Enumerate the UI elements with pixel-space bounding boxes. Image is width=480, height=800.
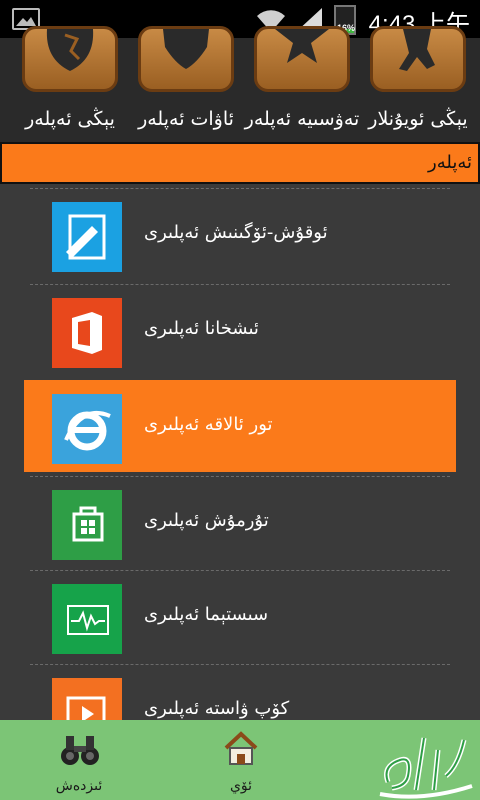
category-recommended[interactable]: تەۋسىيە ئەپلەر bbox=[245, 26, 359, 142]
list-item-label: سىستېما ئەپلىرى bbox=[144, 604, 269, 625]
divider bbox=[30, 664, 450, 665]
app-category-list: ئوقۇش-ئۆگىنىش ئەپلىرى ئىشخانا ئەپلىرى تو… bbox=[24, 188, 456, 720]
office-icon bbox=[52, 298, 122, 368]
section-title: ئەپلەر bbox=[428, 152, 472, 173]
list-item-label: تۇرمۇش ئەپلىرى bbox=[144, 510, 269, 531]
edit-document-icon bbox=[52, 202, 122, 272]
internet-explorer-icon bbox=[52, 394, 122, 464]
list-item-internet[interactable]: تور ئالاقە ئەپلىرى bbox=[24, 380, 456, 472]
list-item-label: ئوقۇش-ئۆگىنىش ئەپلىرى bbox=[144, 222, 328, 243]
list-item-label: كۆپ ۋاستە ئەپلىرى bbox=[144, 698, 290, 719]
list-item-label: ئىشخانا ئەپلىرى bbox=[144, 318, 259, 339]
home-tab[interactable]: ئۆي bbox=[196, 720, 286, 800]
section-header: ئەپلەر bbox=[0, 142, 480, 184]
divider bbox=[30, 476, 450, 477]
list-item-multimedia[interactable]: كۆپ ۋاستە ئەپلىرى bbox=[24, 664, 456, 720]
search-tab-label: ئىزدەش bbox=[55, 778, 103, 794]
list-item-office[interactable]: ئىشخانا ئەپلىرى bbox=[24, 284, 456, 378]
divider bbox=[30, 284, 450, 285]
search-tab[interactable]: ئىزدەش bbox=[34, 720, 124, 800]
category-new-apps[interactable]: يېڭى ئەپلەر bbox=[14, 26, 126, 142]
heart-icon bbox=[138, 26, 234, 92]
star-icon bbox=[254, 26, 350, 92]
category-strip: يېڭى ئويۇنلار تەۋسىيە ئەپلەر ئاۋات ئەپلە… bbox=[0, 26, 480, 142]
store-bag-icon bbox=[52, 490, 122, 560]
category-label: يېڭى ئەپلەر bbox=[25, 108, 115, 130]
divider bbox=[30, 188, 450, 189]
running-man-icon bbox=[370, 26, 466, 92]
binoculars-icon bbox=[61, 736, 99, 765]
list-item-system[interactable]: سىستېما ئەپلىرى bbox=[24, 570, 456, 664]
divider bbox=[30, 570, 450, 571]
monitor-pulse-icon bbox=[52, 584, 122, 654]
category-new-games[interactable]: يېڭى ئويۇنلار bbox=[362, 26, 474, 142]
uyghur-calligraphy-logo bbox=[372, 726, 476, 800]
list-item-lifestyle[interactable]: تۇرمۇش ئەپلىرى bbox=[24, 476, 456, 570]
home-icon bbox=[224, 731, 258, 765]
media-player-icon bbox=[52, 678, 122, 720]
home-tab-label: ئۆي bbox=[229, 778, 253, 794]
bottom-nav: ئىزدەش ئۆي bbox=[0, 720, 480, 800]
list-item-education[interactable]: ئوقۇش-ئۆگىنىش ئەپلىرى bbox=[24, 188, 456, 282]
category-popular[interactable]: ئاۋات ئەپلەر bbox=[130, 26, 242, 142]
list-item-label: تور ئالاقە ئەپلىرى bbox=[144, 414, 273, 435]
globe-icon bbox=[22, 26, 118, 92]
